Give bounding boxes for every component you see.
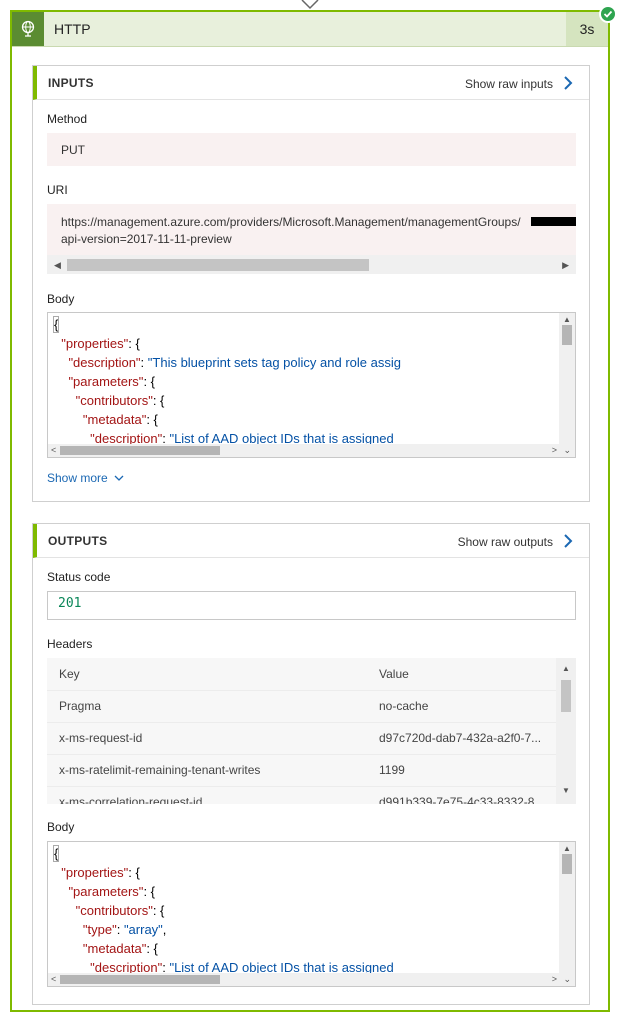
uri-value: https://management.azure.com/providers/M… [47,204,576,274]
check-circle-icon [599,5,617,23]
vscroll-thumb[interactable] [561,680,571,712]
scroll-right-icon[interactable]: ▶ [562,260,569,270]
show-raw-outputs-link[interactable]: Show raw outputs [458,535,553,549]
outputs-body-label: Body [47,820,75,834]
outputs-section-header: OUTPUTS Show raw outputs [33,524,589,558]
uri-line-1: https://management.azure.com/providers/M… [61,215,521,229]
row-value: 1199 [379,763,405,777]
scroll-left-icon[interactable]: < [51,445,56,455]
code-line: "metadata": { [54,941,158,956]
code-line: "properties": { [54,865,140,880]
inputs-title: INPUTS [48,76,94,90]
code-line: "parameters": { [54,884,156,899]
scroll-left-icon[interactable]: < [51,974,56,984]
table-row: x-ms-request-id d97c720d-dab7-432a-a2f0-… [47,722,556,755]
scroll-right-icon[interactable]: > [552,445,557,455]
column-header-value: Value [379,667,409,681]
vscroll-thumb[interactable] [562,854,572,874]
chevron-right-icon[interactable] [563,534,573,548]
row-value: d97c720d-dab7-432a-a2f0-7... [379,731,542,745]
inputs-body-editor[interactable]: { "properties": { "description": "This b… [47,312,576,458]
http-action-card: HTTP 3s INPUTS Show raw inputs Method PU… [10,5,617,1012]
chevron-down-icon[interactable] [114,474,124,482]
uri-label: URI [47,183,68,197]
scroll-down-icon[interactable]: ▼ [562,786,570,796]
show-raw-inputs-link[interactable]: Show raw inputs [465,77,553,91]
code-line: "metadata": { [54,412,158,427]
hscroll-thumb[interactable] [60,975,220,984]
http-globe-icon [12,12,44,46]
code-line: "contributors": { [54,903,165,918]
outputs-title: OUTPUTS [48,534,108,548]
inputs-section: INPUTS Show raw inputs Method PUT URI ht… [32,65,590,502]
scroll-up-icon[interactable]: ▲ [562,664,570,674]
table-row: x-ms-correlation-request-id d991b339-7e7… [47,786,556,804]
row-key: x-ms-correlation-request-id [59,795,203,804]
uri-scroll-thumb[interactable] [67,259,369,271]
card-title: HTTP [54,21,91,37]
status-code-value: 201 [47,591,576,620]
table-row: Pragma no-cache [47,690,556,723]
table-header-row: Key Value [47,658,556,691]
outputs-section: OUTPUTS Show raw outputs Status code 201… [32,523,590,1005]
scroll-down-icon[interactable]: ⌄ [563,974,571,984]
method-value-text: PUT [61,143,85,157]
headers-table-vscrollbar[interactable]: ▲ ▼ [556,658,576,804]
row-value: no-cache [379,699,429,713]
scroll-up-icon[interactable]: ▲ [563,315,571,325]
outputs-body-hscrollbar[interactable]: < > ⌄ [48,973,575,986]
code-line: "contributors": { [54,393,165,408]
column-header-key: Key [59,667,80,681]
row-key: x-ms-request-id [59,731,143,745]
row-value: d991b339-7e75-4c33-8332-8... [379,795,545,804]
hscroll-thumb[interactable] [60,446,220,455]
scroll-right-icon[interactable]: > [552,974,557,984]
method-value: PUT [47,133,576,166]
chevron-right-icon[interactable] [563,76,573,90]
code-line: "description": "This blueprint sets tag … [54,355,401,370]
table-row: x-ms-ratelimit-remaining-tenant-writes 1… [47,754,556,787]
headers-table: Key Value Pragma no-cache x-ms-request-i… [47,658,576,804]
outputs-body-editor[interactable]: { "properties": { "parameters": { "contr… [47,841,576,987]
code-line: "type": "array", [54,922,167,937]
show-more-link[interactable]: Show more [47,471,124,485]
headers-label: Headers [47,637,93,651]
method-label: Method [47,112,88,126]
scroll-down-icon[interactable]: ⌄ [563,445,571,455]
outputs-body-vscrollbar[interactable]: ▲ [559,842,575,973]
row-key: x-ms-ratelimit-remaining-tenant-writes [59,763,261,777]
status-code-label: Status code [47,570,111,584]
flow-connector-arrow-icon [301,0,319,10]
code-line: "description": "List of AAD object IDs t… [54,431,394,444]
card-header[interactable]: HTTP 3s [12,12,608,47]
code-line: "properties": { [54,336,140,351]
uri-hscrollbar[interactable]: ◀ ▶ [47,255,576,274]
code-line: "parameters": { [54,374,156,389]
code-line: "description": "List of AAD object IDs t… [54,960,394,973]
inputs-body-hscrollbar[interactable]: < > ⌄ [48,444,575,457]
vscroll-thumb[interactable] [562,325,572,345]
uri-line-2: api-version=2017-11-11-preview [61,232,232,246]
inputs-body-vscrollbar[interactable]: ▲ [559,313,575,444]
code-line: { [52,845,60,862]
inputs-body-label: Body [47,292,75,306]
inputs-section-header: INPUTS Show raw inputs [33,66,589,100]
scroll-left-icon[interactable]: ◀ [54,260,61,270]
redacted-block [531,217,576,226]
row-key: Pragma [59,699,102,713]
code-line: { [52,316,60,333]
scroll-up-icon[interactable]: ▲ [563,844,571,854]
